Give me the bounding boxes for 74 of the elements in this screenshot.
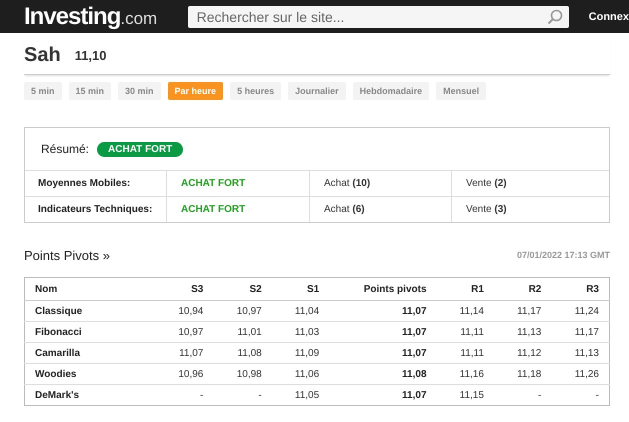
search-icon[interactable] (546, 8, 563, 24)
instrument-price: 11,10 (74, 48, 107, 63)
indicator-name: Moyennes Mobiles: (37, 177, 132, 191)
timeframe-tab[interactable]: 5 min (24, 82, 62, 100)
timeframe-tab[interactable]: Hebdomadaire (352, 82, 430, 100)
table-cell: 11,17 (494, 300, 552, 322)
column-header: R3 (551, 278, 610, 300)
table-cell: 11,24 (551, 300, 610, 322)
table-cell: 11,15 (436, 384, 494, 406)
table-cell: 10,96 (155, 364, 214, 384)
table-cell: 11,07 (329, 300, 437, 322)
table-cell: 11,07 (329, 384, 437, 406)
column-header: S3 (155, 278, 214, 300)
table-cell: 11,13 (551, 342, 610, 364)
summary-label: Résumé: (41, 142, 90, 156)
table-cell: 10,94 (155, 300, 214, 322)
table-cell: - (155, 384, 214, 406)
table-cell: - (494, 384, 552, 406)
table-cell: 10,98 (213, 364, 272, 384)
table-cell: 11,13 (494, 322, 552, 342)
table-cell: 11,05 (272, 384, 330, 406)
column-header: S1 (272, 278, 330, 300)
sell-count: Vente (3) (451, 197, 609, 222)
table-cell: Classique (24, 300, 155, 322)
instrument-name: Sah (24, 44, 61, 67)
search-field[interactable]: Rechercher sur le site... (188, 6, 569, 28)
table-cell: 10,97 (213, 300, 272, 322)
table-cell: DeMark's (24, 384, 155, 406)
column-header: Nom (24, 278, 155, 300)
table-cell: 11,11 (436, 342, 494, 364)
signal-text: ACHAT FORT (166, 171, 309, 196)
table-cell: 10,97 (155, 322, 214, 342)
table-cell: 11,11 (436, 322, 494, 342)
timeframe-tab[interactable]: 15 min (68, 82, 112, 100)
table-cell: Fibonacci (24, 322, 155, 342)
table-cell: 11,08 (213, 342, 272, 364)
table-cell: 11,06 (272, 364, 330, 384)
table-cell: 11,09 (272, 342, 330, 364)
table-cell: - (551, 384, 610, 406)
timestamp: 07/01/2022 17:13 GMT (516, 250, 610, 260)
timeframe-tab[interactable]: 30 min (118, 82, 161, 100)
table-cell: 11,12 (494, 342, 552, 364)
signal-text: ACHAT FORT (166, 197, 309, 222)
section-title[interactable]: Points Pivots » (24, 248, 110, 262)
timeframe-tab[interactable]: 5 heures (230, 82, 282, 100)
table-cell: 11,03 (272, 322, 330, 342)
timeframe-tab[interactable]: Mensuel (436, 82, 486, 100)
sell-count: Vente (2) (451, 171, 609, 196)
table-cell: 11,07 (155, 342, 214, 364)
column-header: R1 (436, 278, 494, 300)
table-cell: - (213, 384, 272, 406)
table-cell: 11,14 (436, 300, 494, 322)
table-cell: 11,07 (329, 322, 437, 342)
table-cell: 11,16 (436, 364, 494, 384)
indicator-name: Indicateurs Techniques: (37, 203, 154, 217)
timeframe-tab[interactable]: Par heure (168, 82, 224, 100)
column-header: Points pivots (329, 278, 437, 300)
table-cell: 11,01 (213, 322, 272, 342)
table-cell: Woodies (24, 364, 155, 384)
buy-count: Achat (6) (309, 197, 451, 222)
table-cell: 11,04 (272, 300, 330, 322)
table-cell: 11,17 (551, 322, 610, 342)
table-cell: 11,08 (329, 364, 437, 384)
table-cell: 11,26 (551, 364, 610, 384)
column-header: S2 (213, 278, 272, 300)
table-cell: Camarilla (24, 342, 155, 364)
site-logo[interactable]: Investing.com (24, 2, 188, 30)
verdict-badge: ACHAT FORT (97, 142, 184, 156)
login-link[interactable]: Connex (588, 10, 629, 22)
timeframe-tab[interactable]: Journalier (288, 82, 346, 100)
column-header: R2 (494, 278, 552, 300)
table-cell: 11,07 (329, 342, 437, 364)
table-cell: 11,18 (494, 364, 552, 384)
buy-count: Achat (10) (309, 171, 451, 196)
